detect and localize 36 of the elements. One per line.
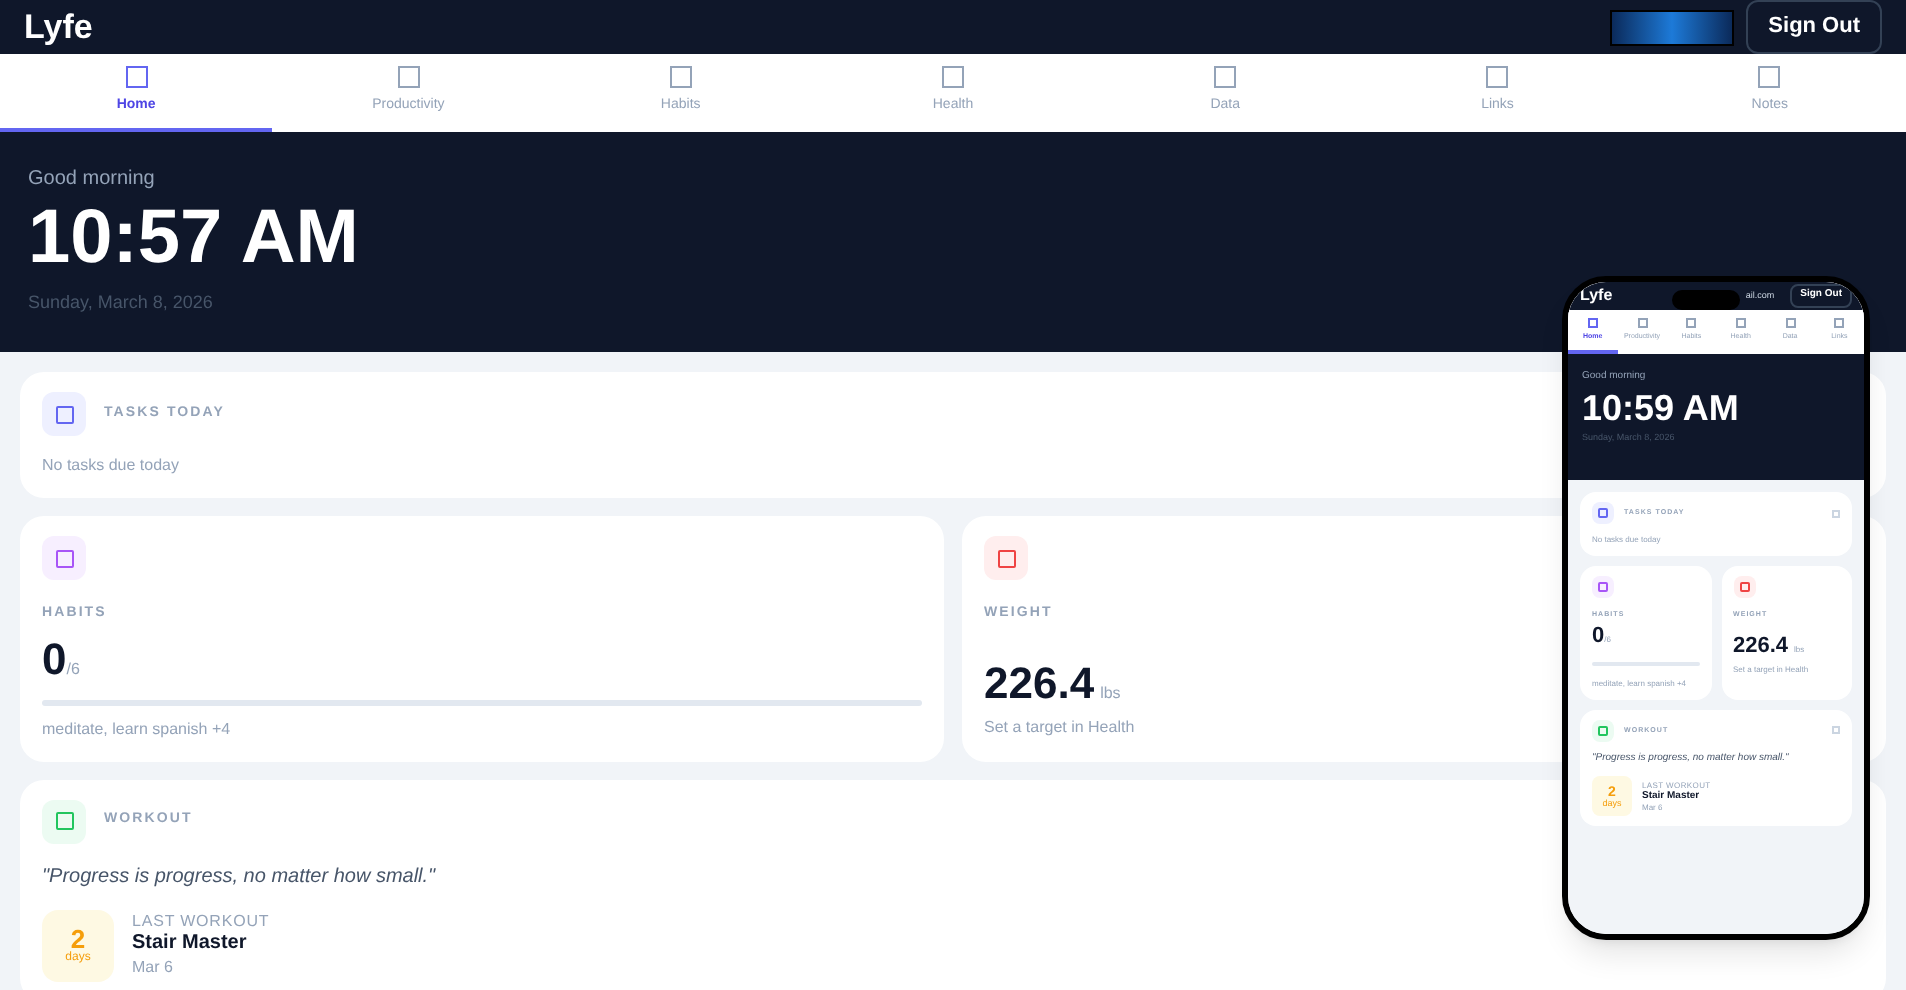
habit-count: 0/6	[42, 631, 80, 687]
square-icon	[1214, 65, 1237, 88]
square-icon	[669, 65, 692, 88]
square-icon	[1592, 502, 1614, 524]
clock-time: 10:59 AM	[1582, 385, 1739, 429]
motivation-quote: "Progress is progress, no matter how small."	[42, 863, 436, 891]
workout-name: Stair Master	[132, 932, 247, 958]
app-logo: Lyfe	[24, 5, 93, 50]
square-icon	[1785, 317, 1796, 328]
weight-value: 226.4 lbs	[984, 655, 1121, 711]
square-icon	[1587, 317, 1598, 328]
square-icon	[1592, 719, 1614, 742]
square-icon	[397, 65, 420, 88]
card-subtitle: LAST WORKOUT	[132, 912, 270, 933]
square-icon	[1758, 65, 1781, 88]
current-date: Sunday, March 8, 2026	[28, 290, 213, 316]
workout-date: Mar 6	[132, 957, 173, 978]
square-icon	[1686, 317, 1697, 328]
square-icon	[1733, 576, 1755, 598]
square-icon	[1486, 65, 1509, 88]
habit-names: meditate, learn spanish +4	[42, 717, 231, 741]
square-icon	[1735, 317, 1746, 328]
square-icon	[941, 65, 964, 88]
weight-hint: Set a target in Health	[984, 715, 1135, 739]
square-icon	[1637, 317, 1647, 328]
square-icon	[1834, 317, 1845, 328]
square-icon	[1832, 509, 1840, 517]
empty-message: No tasks due today	[42, 454, 179, 478]
clock-time: 10:57 AM	[28, 194, 359, 282]
app-logo: Lyfe	[1580, 284, 1613, 308]
greeting: Good morning	[28, 166, 155, 194]
square-icon	[1832, 726, 1840, 735]
redacted-block	[1610, 9, 1735, 45]
camera-notch	[1672, 290, 1740, 310]
square-icon	[125, 65, 148, 88]
square-icon	[1592, 576, 1614, 598]
